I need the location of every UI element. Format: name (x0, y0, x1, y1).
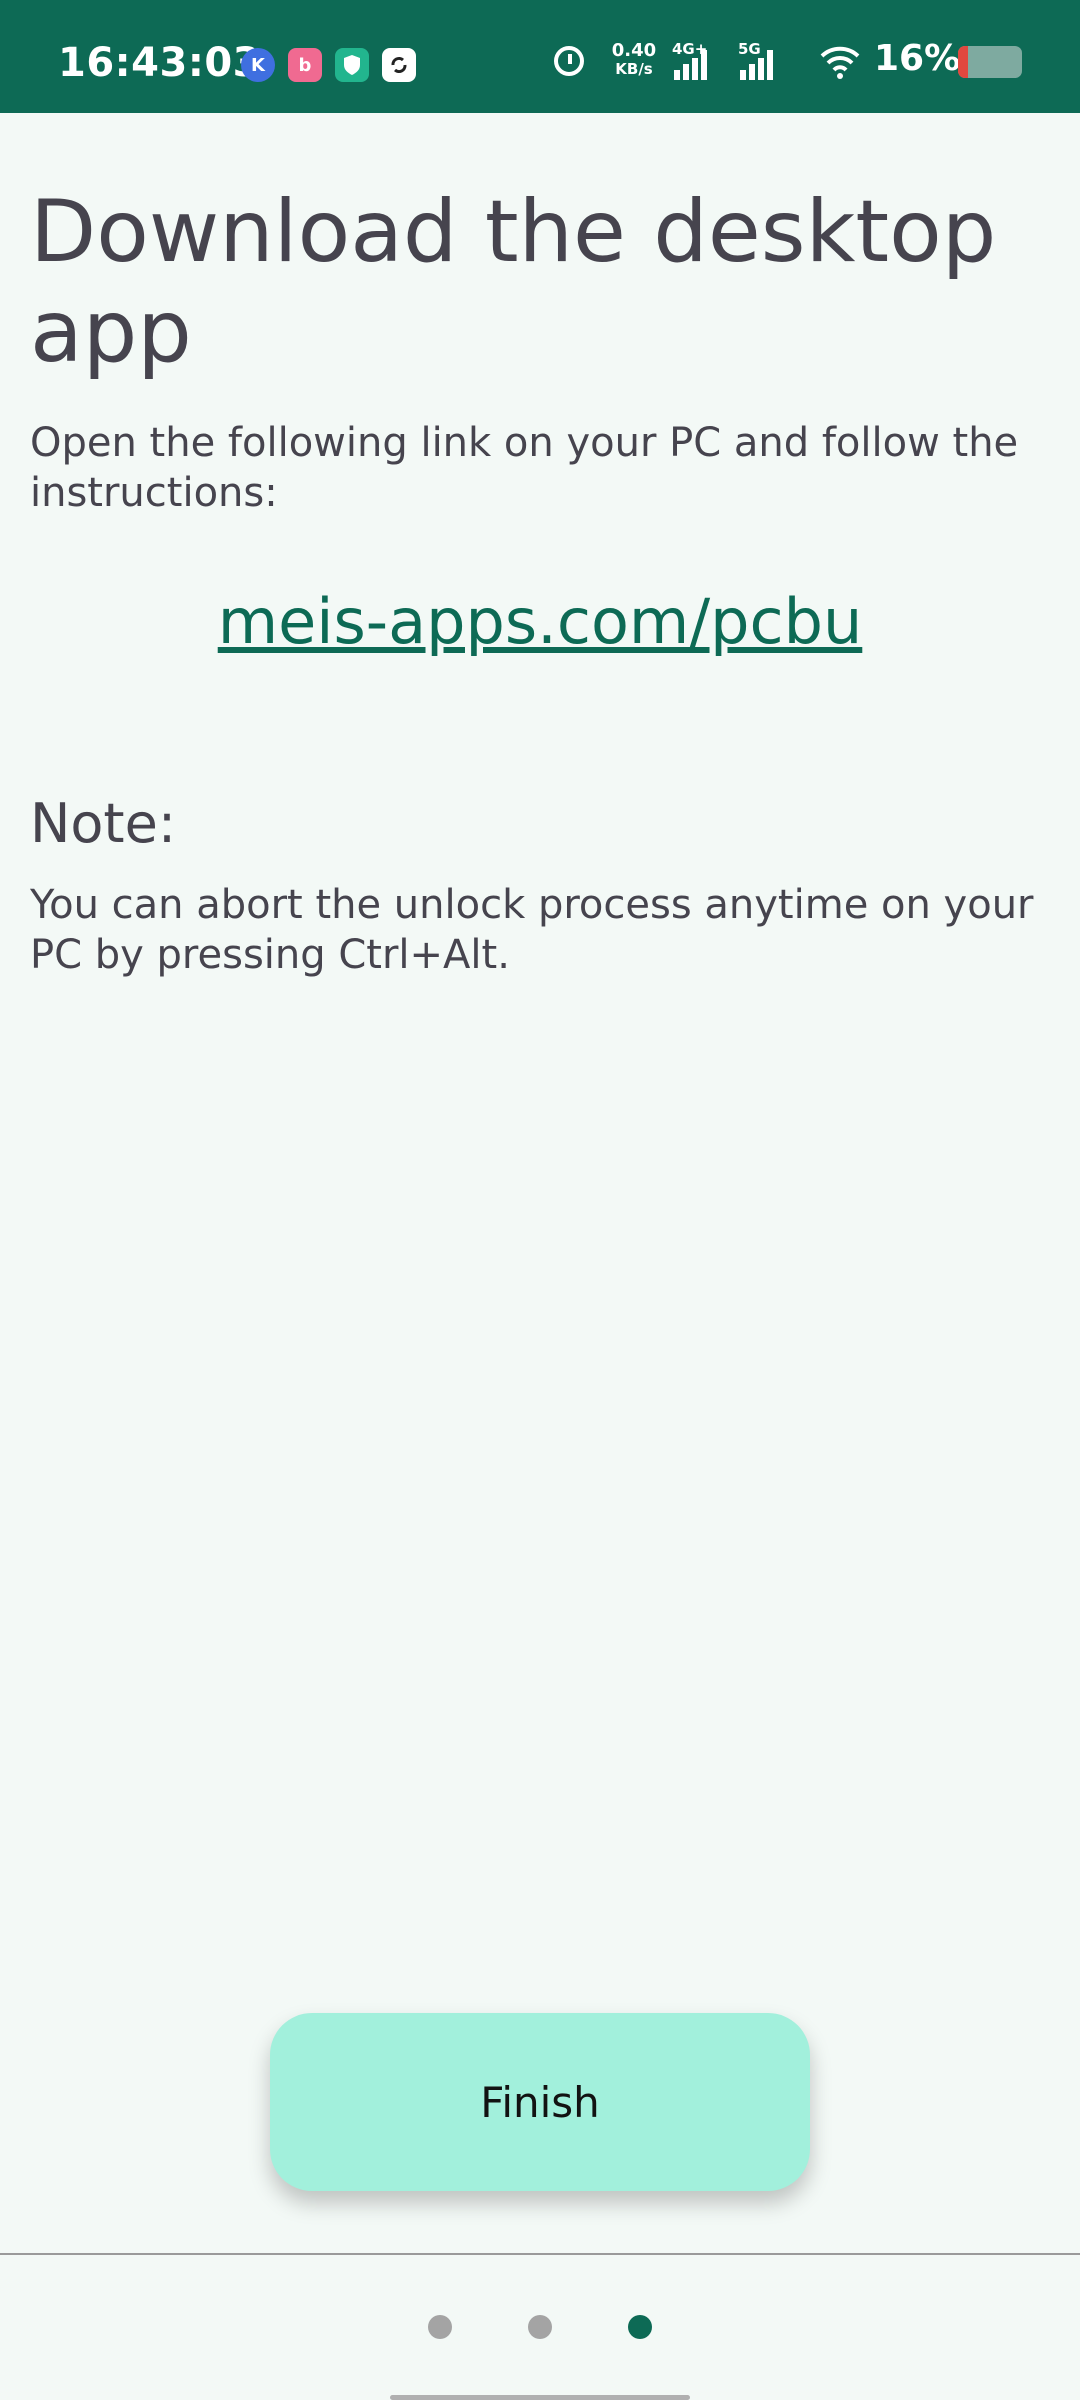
shield-app-icon (335, 48, 369, 82)
network-speed-unit: KB/s (615, 60, 653, 78)
note-body: You can abort the unlock process anytime… (30, 882, 1034, 978)
status-bar: 16:43:03 K b 0.40 KB/s 4G+ 5G 16% (0, 0, 1080, 113)
network-speed-value: 0.40 (611, 40, 657, 61)
sync-app-icon (382, 48, 416, 82)
page-indicator-dot-1[interactable] (428, 2315, 452, 2339)
intro-text: Open the following link on your PC and f… (30, 420, 1019, 516)
signal-5g-label: 5G (738, 40, 761, 58)
network-speed: 0.40 KB/s (604, 40, 664, 79)
page-indicator-dot-3[interactable] (628, 2315, 652, 2339)
finish-button[interactable]: Finish (270, 2013, 810, 2191)
note-heading: Note: (30, 792, 177, 855)
k-app-icon: K (241, 48, 275, 82)
bilibili-icon: b (288, 48, 322, 82)
battery-fill (958, 46, 969, 78)
page-indicator-dot-2[interactable] (528, 2315, 552, 2339)
battery-icon (958, 46, 1022, 78)
signal-4g-icon: 4G+ (672, 40, 716, 80)
alarm-icon (554, 46, 584, 76)
wifi-icon (820, 46, 860, 79)
page-title: Download the desktop app (30, 182, 997, 382)
footer-divider (0, 2253, 1080, 2255)
download-link[interactable]: meis-apps.com/pcbu (0, 585, 1080, 658)
battery-percent: 16% (874, 38, 961, 79)
gesture-bar[interactable] (390, 2395, 690, 2400)
status-time: 16:43:03 (58, 40, 261, 86)
signal-5g-icon: 5G (738, 40, 782, 80)
